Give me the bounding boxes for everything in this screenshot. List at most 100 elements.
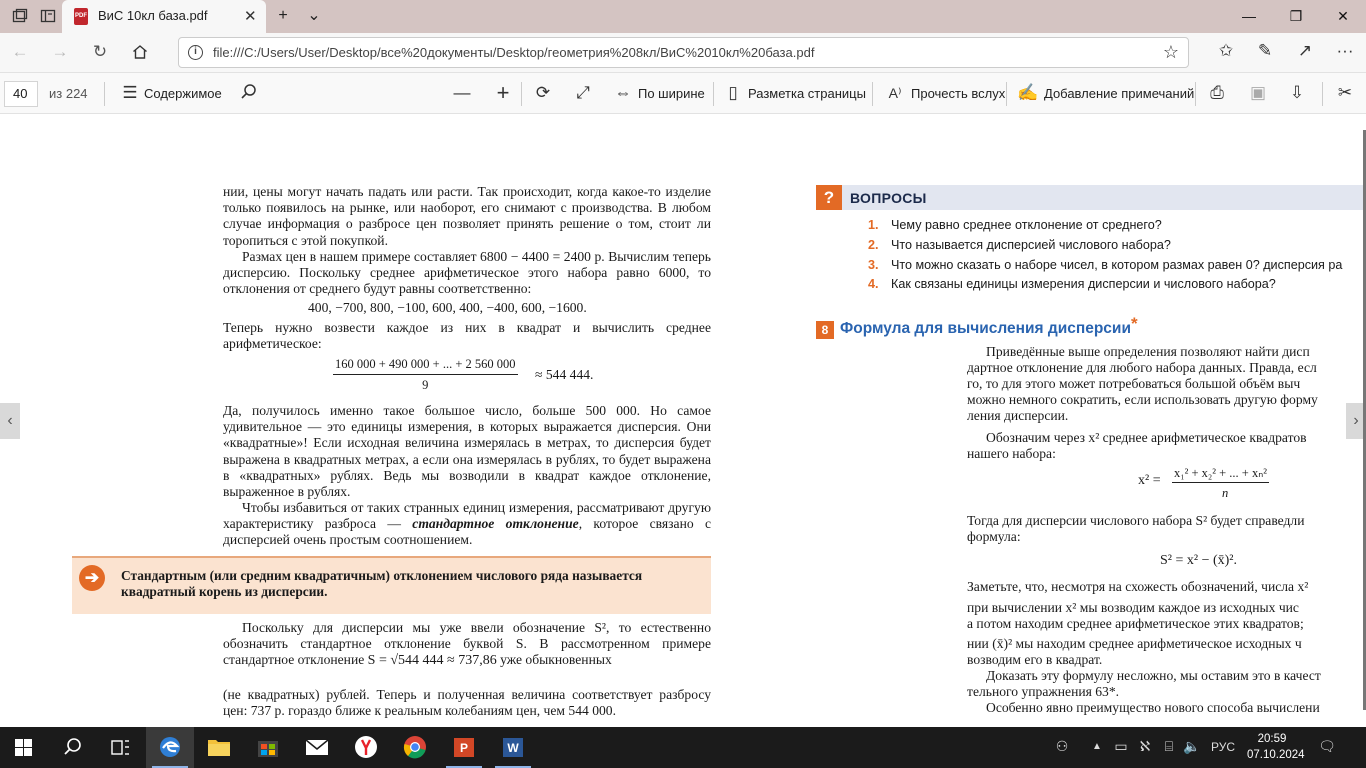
more-icon[interactable]: ··· [1333, 41, 1357, 61]
right-text-line: нашего набора: [967, 446, 1056, 461]
chrome-icon[interactable] [391, 727, 439, 768]
mean-of-squares-lhs: x² = [1138, 473, 1161, 488]
share-icon[interactable]: ↗ [1293, 41, 1317, 61]
question-item: 2. Что называется дисперсией числового на… [868, 238, 1171, 252]
pdf-file-icon: PDF [74, 8, 88, 25]
restore-icon[interactable]: ❐ [1273, 0, 1319, 33]
draw-icon[interactable]: ✍ [1017, 83, 1039, 103]
edge-browser-icon[interactable] [146, 727, 194, 768]
network-icon[interactable]: ⌸ [1158, 738, 1180, 755]
notifications-icon[interactable]: 🗨 [1316, 738, 1338, 755]
paragraph-4: Да, получилось именно такое большое числ… [223, 403, 711, 500]
right-text-line: а потом находим среднее арифметическое э… [967, 616, 1304, 631]
file-explorer-icon[interactable] [195, 727, 243, 768]
word-icon[interactable]: W [489, 727, 537, 768]
right-text-line: Заметьте, что, несмотря на схожесть обоз… [967, 579, 1309, 594]
volume-icon[interactable]: 🔈 [1181, 738, 1203, 755]
question-item: 3. Что можно сказать о наборе чисел, в ко… [868, 258, 1343, 272]
print-icon[interactable]: ⎙ [1206, 83, 1228, 103]
mean-of-squares-denominator: n [1222, 486, 1229, 500]
contents-button[interactable]: Содержимое [144, 86, 222, 101]
contents-list-icon[interactable]: ☰ [119, 83, 141, 103]
paragraph-6: Поскольку для дисперсии мы уже ввели обо… [223, 620, 711, 669]
system-clock[interactable]: 20:59 07.10.2024 [1247, 731, 1305, 763]
section-title: Формула для вычисления дисперсии [840, 320, 1131, 337]
fit-width-button[interactable]: По ширине [638, 86, 705, 101]
tab-actions-icon[interactable] [40, 8, 56, 24]
page-layout-icon[interactable]: ▯ [722, 83, 744, 103]
fullscreen-icon[interactable]: ⤢ [572, 83, 594, 103]
new-tab-icon[interactable]: + [272, 6, 294, 26]
address-bar[interactable]: i file:///C:/Users/User/Desktop/все%20до… [178, 37, 1189, 68]
start-windows-icon[interactable] [0, 727, 48, 768]
page-number-input[interactable]: 40 [4, 81, 38, 107]
favorites-list-icon[interactable]: ✩ [1214, 41, 1238, 61]
search-icon[interactable] [238, 83, 260, 106]
paragraph-1: нии, цены могут начать падать или расти.… [223, 184, 711, 248]
url-text[interactable]: file:///C:/Users/User/Desktop/все%20доку… [213, 45, 814, 60]
paragraph-3: Теперь нужно возвести каждое из них в кв… [223, 320, 711, 352]
variance-formula: S² = x² − (x̄)². [1160, 553, 1237, 568]
close-window-icon[interactable]: ✕ [1320, 0, 1366, 33]
svg-text:P: P [460, 741, 468, 755]
definition-text: Стандартным (или средним квадратичным) о… [121, 568, 643, 599]
toolbar-divider [872, 82, 873, 106]
tab-active-pdf[interactable]: PDF ВиС 10кл база.pdf ✕ [62, 0, 266, 33]
pen-icon[interactable]: ✎ [1253, 41, 1277, 61]
refresh-icon[interactable]: ↻ [88, 41, 112, 63]
fraction-numerator: 160 000 + 490 000 + ... + 2 560 000 [333, 357, 518, 375]
toolbar-divider [104, 82, 105, 106]
yandex-browser-icon[interactable] [342, 727, 390, 768]
rotate-icon[interactable]: ⟳ [532, 83, 554, 103]
input-method-icon[interactable]: ℵ [1134, 738, 1156, 755]
section-star: * [1131, 314, 1138, 333]
site-info-icon[interactable]: i [188, 45, 203, 60]
right-text-line: Особенно явно преимущество нового способ… [986, 700, 1320, 715]
powerpoint-icon[interactable]: P [440, 727, 488, 768]
favorite-star-icon[interactable]: ☆ [1163, 42, 1179, 63]
pdf-document-view[interactable]: нии, цены могут начать падать или расти.… [0, 115, 1366, 727]
deviations-list: 400, −700, 800, −100, 600, 400, −400, 60… [308, 300, 587, 315]
paragraph-5: Чтобы избавиться от таких странных едини… [223, 500, 711, 548]
back-icon[interactable]: ← [8, 41, 32, 63]
browser-title-bar: PDF ВиС 10кл база.pdf ✕ + ⌄ — ❐ ✕ [0, 0, 1366, 33]
right-text-line: при вычислении x² мы возводим каждое из … [967, 600, 1299, 615]
right-text-line: Приведённые выше определения позволяют н… [986, 344, 1310, 359]
toolbar-divider [1006, 82, 1007, 106]
save-as-icon[interactable]: ⇩ [1286, 83, 1308, 103]
zoom-in-icon[interactable]: + [492, 82, 514, 104]
right-text-line: можно немного сократить, если использова… [967, 392, 1318, 407]
question-item: 4. Как связаны единицы измерения дисперси… [868, 277, 1276, 291]
read-aloud-icon[interactable]: A⁾ [884, 83, 906, 103]
pin-toolbar-icon[interactable]: ✂ [1334, 83, 1356, 103]
language-indicator[interactable]: РУС [1209, 740, 1237, 754]
workspaces-icon[interactable] [12, 8, 28, 24]
taskbar-search-icon[interactable] [48, 727, 96, 768]
mean-square-fraction: 160 000 + 490 000 + ... + 2 560 000 9 [333, 357, 518, 393]
right-text-line: Обозначим через x² среднее арифметическо… [986, 430, 1307, 445]
page-layout-button[interactable]: Разметка страницы [748, 86, 866, 101]
paragraph-7: (не квадратных) рублей. Теперь и получен… [223, 687, 711, 719]
section-number: 8 [816, 321, 834, 339]
close-tab-icon[interactable]: ✕ [244, 7, 257, 25]
show-hidden-icons-icon[interactable]: ▲ [1086, 741, 1108, 752]
people-icon[interactable]: ⚇ [1051, 738, 1073, 755]
save-icon[interactable]: ▣ [1247, 83, 1269, 103]
add-note-button[interactable]: Добавление примечаний [1044, 86, 1194, 101]
fit-width-icon[interactable]: ⇔ [612, 83, 634, 103]
zoom-out-icon[interactable]: — [451, 83, 473, 103]
right-text-line: ления дисперсии. [967, 408, 1069, 423]
navigation-bar: ← → ↻ i file:///C:/Users/User/Desktop/вс… [0, 33, 1366, 72]
toolbar-divider [521, 82, 522, 106]
question-item: 1. Чему равно среднее отклонение от средн… [868, 218, 1162, 232]
microsoft-store-icon[interactable] [244, 727, 292, 768]
mail-icon[interactable] [293, 727, 341, 768]
battery-icon[interactable]: ▭ [1110, 738, 1132, 755]
minimize-icon[interactable]: — [1226, 0, 1272, 33]
home-icon[interactable] [128, 41, 152, 63]
task-view-icon[interactable] [96, 727, 144, 768]
forward-icon[interactable]: → [48, 41, 72, 63]
previous-page-arrow-icon[interactable]: ‹ [0, 403, 20, 439]
read-aloud-button[interactable]: Прочесть вслух [911, 86, 1005, 101]
tab-list-chevron-icon[interactable]: ⌄ [303, 6, 325, 26]
